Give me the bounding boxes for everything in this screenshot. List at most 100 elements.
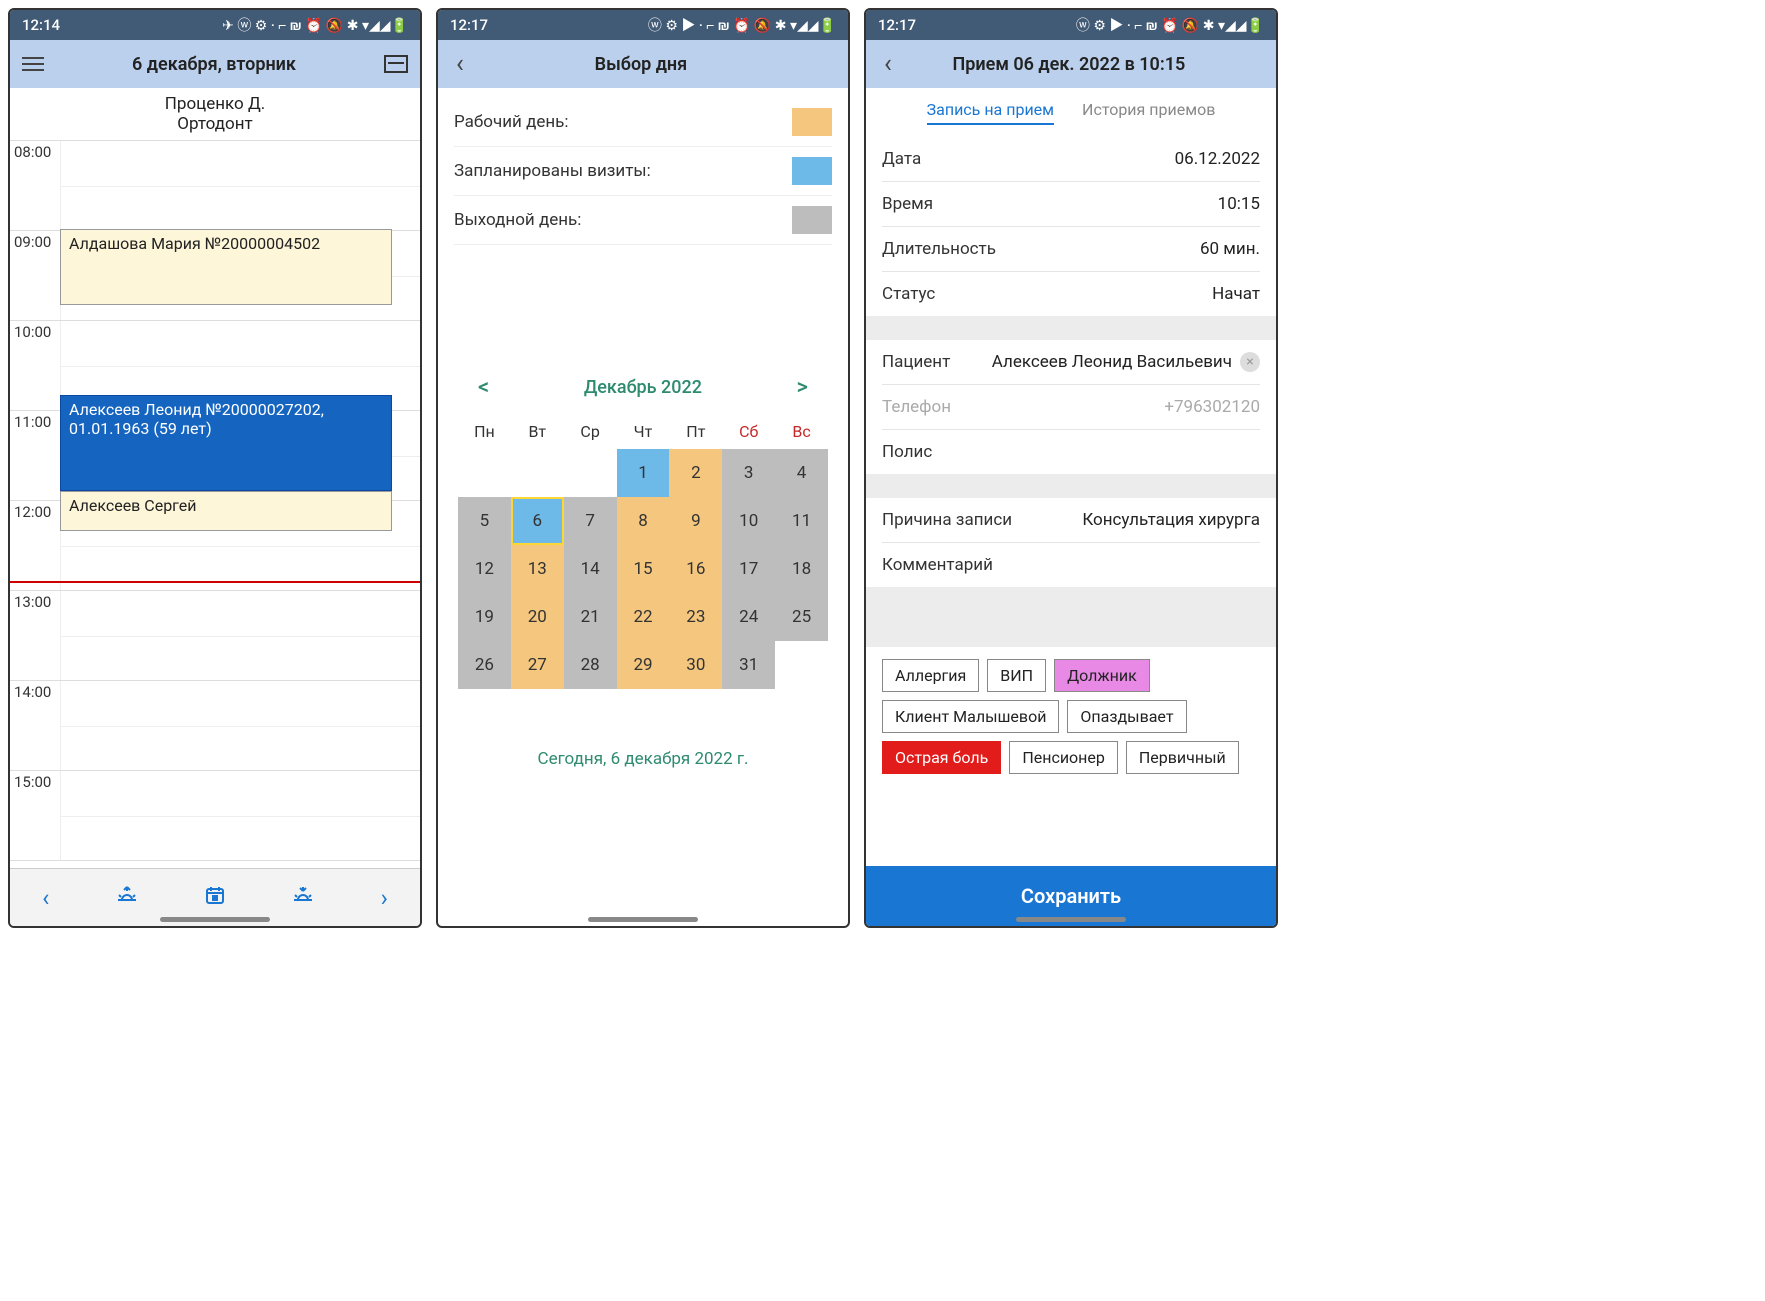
timeline[interactable]: 08:0009:0010:0011:0012:0013:0014:0015:00… xyxy=(10,141,420,868)
appointment-block[interactable]: Алдашова Мария №20000004502 xyxy=(60,229,392,305)
back-icon[interactable]: ‹ xyxy=(878,49,898,79)
calendar-day[interactable]: 10 xyxy=(722,497,775,545)
prev-month-icon[interactable]: < xyxy=(478,375,489,400)
calendar-day[interactable]: 18 xyxy=(775,545,828,593)
hour-label: 09:00 xyxy=(10,231,60,320)
row-duration[interactable]: Длительность60 мин. xyxy=(882,227,1260,272)
home-indicator xyxy=(588,917,698,922)
calendar-day[interactable]: 27 xyxy=(511,641,564,689)
calendar-weekdays: ПнВтСрЧтПтСбВс xyxy=(458,414,828,449)
calendar-day[interactable]: 30 xyxy=(669,641,722,689)
calendar-day[interactable]: 14 xyxy=(564,545,617,593)
date-value: 06.12.2022 xyxy=(1175,149,1260,169)
calendar-day[interactable]: 16 xyxy=(669,545,722,593)
tag-Пенсионер[interactable]: Пенсионер xyxy=(1009,741,1118,774)
calendar-day[interactable]: 5 xyxy=(458,497,511,545)
calendar-day[interactable]: 28 xyxy=(564,641,617,689)
date-label: Дата xyxy=(882,149,921,169)
calendar-icon[interactable] xyxy=(204,884,226,912)
calendar-day[interactable]: 8 xyxy=(617,497,670,545)
schedule-screen: 12:14 ✈ ⓦ ⚙ · ⌐ ₪ ⏰ 🔕 ✱ ▾◢◢🔋 6 декабря, … xyxy=(8,8,422,928)
form-block-3: Причина записиКонсультация хирурга Комме… xyxy=(866,498,1276,587)
row-status[interactable]: СтатусНачат xyxy=(882,272,1260,316)
appointment-block[interactable]: Алексеев Сергей xyxy=(60,491,392,531)
calendar-empty xyxy=(775,641,828,689)
calendar-day[interactable]: 17 xyxy=(722,545,775,593)
calendar-day[interactable]: 29 xyxy=(617,641,670,689)
hour-label: 12:00 xyxy=(10,501,60,590)
calendar-day[interactable]: 31 xyxy=(722,641,775,689)
tab-history[interactable]: История приемов xyxy=(1082,100,1215,125)
row-phone: Телефон+796302120 xyxy=(882,385,1260,430)
legend-off: Выходной день: xyxy=(454,196,832,245)
hour-label: 14:00 xyxy=(10,681,60,770)
back-icon[interactable]: ‹ xyxy=(450,49,470,79)
row-date[interactable]: Дата 06.12.2022 xyxy=(882,137,1260,182)
tag-Опаздывает[interactable]: Опаздывает xyxy=(1067,700,1186,733)
row-reason[interactable]: Причина записиКонсультация хирурга xyxy=(882,498,1260,543)
calendar-day[interactable]: 20 xyxy=(511,593,564,641)
weekday-label: Чт xyxy=(617,414,670,449)
calendar-day[interactable]: 13 xyxy=(511,545,564,593)
clear-patient-icon[interactable]: × xyxy=(1240,352,1260,372)
phone-label: Телефон xyxy=(882,397,951,417)
form-block-1: Дата 06.12.2022 Время10:15 Длительность60… xyxy=(866,137,1276,316)
next-day-icon[interactable]: › xyxy=(381,884,388,912)
next-month-icon[interactable]: > xyxy=(797,375,808,400)
duration-label: Длительность xyxy=(882,239,996,259)
day-picker-screen: 12:17 ⓦ ⚙ ▶ · ⌐ ₪ ⏰ 🔕 ✱ ▾◢◢🔋 ‹ Выбор дня… xyxy=(436,8,850,928)
calendar-day[interactable]: 24 xyxy=(722,593,775,641)
doctor-name: Проценко Д. xyxy=(10,94,420,114)
calendar-day[interactable]: 26 xyxy=(458,641,511,689)
calendar-day[interactable]: 25 xyxy=(775,593,828,641)
calendar-day[interactable]: 12 xyxy=(458,545,511,593)
tag-Первичный[interactable]: Первичный xyxy=(1126,741,1239,774)
calendar-day[interactable]: 9 xyxy=(669,497,722,545)
calendar-day[interactable]: 11 xyxy=(775,497,828,545)
calendar-day[interactable]: 1 xyxy=(617,449,670,497)
header-title: Прием 06 дек. 2022 в 10:15 xyxy=(910,54,1228,75)
legend: Рабочий день: Запланированы визиты: Выхо… xyxy=(438,88,848,255)
reason-label: Причина записи xyxy=(882,510,1012,530)
patient-label: Пациент xyxy=(882,352,950,372)
status-time: 12:17 xyxy=(878,16,916,34)
row-comment[interactable]: Комментарий xyxy=(882,543,1260,587)
calendar-day[interactable]: 15 xyxy=(617,545,670,593)
status-time: 12:17 xyxy=(450,16,488,34)
home-indicator xyxy=(1016,917,1126,922)
row-time[interactable]: Время10:15 xyxy=(882,182,1260,227)
row-polis[interactable]: Полис xyxy=(882,430,1260,474)
appointment-block[interactable]: Алексеев Леонид №20000027202, 01.01.1963… xyxy=(60,395,392,491)
row-patient[interactable]: Пациент Алексеев Леонид Васильевич × xyxy=(882,340,1260,385)
status-icons: ⓦ ⚙ ▶ · ⌐ ₪ ⏰ 🔕 ✱ ▾◢◢🔋 xyxy=(648,15,836,35)
prev-day-icon[interactable]: ‹ xyxy=(42,884,49,912)
calendar-day[interactable]: 3 xyxy=(722,449,775,497)
separator xyxy=(866,587,1276,647)
calendar-day[interactable]: 19 xyxy=(458,593,511,641)
sunrise-icon[interactable] xyxy=(114,884,140,912)
tag-Должник[interactable]: Должник xyxy=(1054,659,1150,692)
calendar-day[interactable]: 22 xyxy=(617,593,670,641)
tab-appointment[interactable]: Запись на прием xyxy=(927,100,1054,125)
calendar-day[interactable]: 4 xyxy=(775,449,828,497)
calendar-day[interactable]: 6 xyxy=(511,497,564,545)
calendar-day[interactable]: 23 xyxy=(669,593,722,641)
weekday-label: Ср xyxy=(564,414,617,449)
menu-icon[interactable] xyxy=(22,57,44,71)
calendar-day[interactable]: 7 xyxy=(564,497,617,545)
calendar-empty xyxy=(564,449,617,497)
status-bar: 12:17 ⓦ ⚙ ▶ · ⌐ ₪ ⏰ 🔕 ✱ ▾◢◢🔋 xyxy=(438,10,848,40)
view-toggle-icon[interactable] xyxy=(384,55,408,73)
sunset-icon[interactable] xyxy=(290,884,316,912)
calendar-day[interactable]: 2 xyxy=(669,449,722,497)
today-button[interactable]: Сегодня, 6 декабря 2022 г. xyxy=(438,749,848,769)
tag-Острая боль[interactable]: Острая боль xyxy=(882,741,1001,774)
weekday-label: Пн xyxy=(458,414,511,449)
tag-ВИП[interactable]: ВИП xyxy=(987,659,1046,692)
calendar-nav: < Декабрь 2022 > xyxy=(438,375,848,400)
now-line xyxy=(10,581,420,583)
tag-Клиент Малышевой[interactable]: Клиент Малышевой xyxy=(882,700,1059,733)
calendar-day[interactable]: 21 xyxy=(564,593,617,641)
weekday-label: Вт xyxy=(511,414,564,449)
tag-Аллергия[interactable]: Аллергия xyxy=(882,659,979,692)
